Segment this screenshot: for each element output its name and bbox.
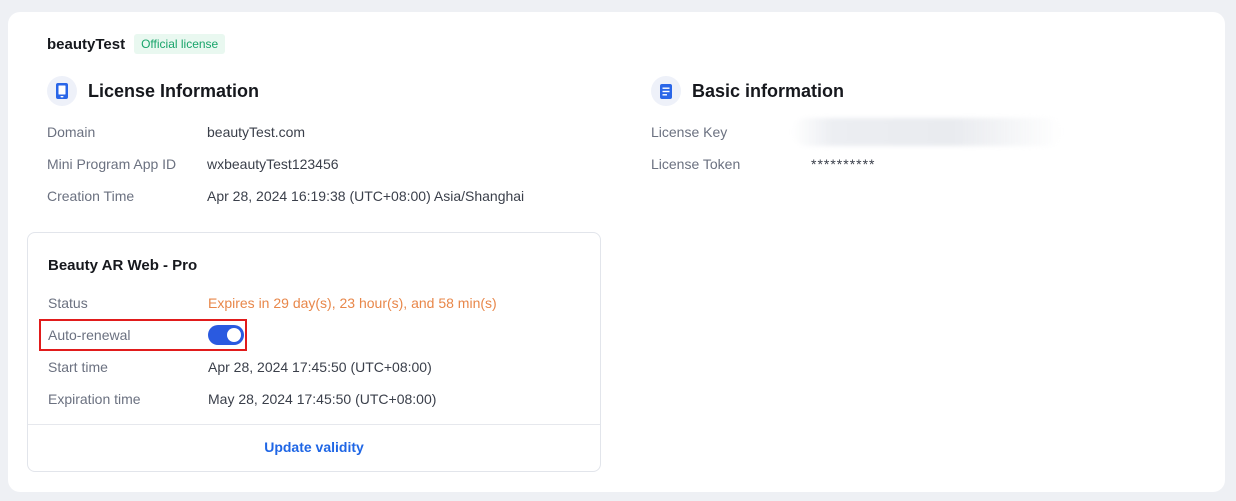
auto-renewal-label: Auto-renewal xyxy=(48,327,131,343)
license-type-badge: Official license xyxy=(134,34,226,54)
expiration-time-value: May 28, 2024 17:45:50 (UTC+08:00) xyxy=(208,391,437,407)
status-label: Status xyxy=(48,295,88,311)
update-validity-link[interactable]: Update validity xyxy=(28,439,600,455)
creation-time-label: Creation Time xyxy=(47,188,135,204)
basic-info-title: Basic information xyxy=(692,80,845,101)
toggle-knob xyxy=(227,328,241,342)
creation-time-row: Creation Time Apr 28, 2024 16:19:38 (UTC… xyxy=(47,187,607,205)
status-value: Expires in 29 day(s), 23 hour(s), and 58… xyxy=(208,295,497,311)
license-info-title: License Information xyxy=(88,80,260,101)
domain-label: Domain xyxy=(47,124,96,140)
product-card: Beauty AR Web - Pro Status Expires in 29… xyxy=(27,232,601,472)
license-token-label: License Token xyxy=(651,156,741,172)
expiration-time-label: Expiration time xyxy=(48,391,141,407)
start-time-row: Start time Apr 28, 2024 17:45:50 (UTC+08… xyxy=(48,358,588,376)
license-info-heading: License Information xyxy=(47,76,259,106)
domain-value: beautyTest.com xyxy=(207,124,306,140)
card-divider xyxy=(28,424,600,425)
document-icon xyxy=(651,76,681,106)
app-name: beautyTest xyxy=(47,35,126,53)
phone-icon xyxy=(47,76,77,106)
expiration-time-row: Expiration time May 28, 2024 17:45:50 (U… xyxy=(48,390,588,408)
app-id-label: Mini Program App ID xyxy=(47,156,177,172)
creation-time-value: Apr 28, 2024 16:19:38 (UTC+08:00) Asia/S… xyxy=(207,188,525,204)
start-time-label: Start time xyxy=(48,359,108,375)
auto-renewal-toggle[interactable] xyxy=(208,325,244,345)
domain-row: Domain beautyTest.com xyxy=(47,123,607,141)
status-row: Status Expires in 29 day(s), 23 hour(s),… xyxy=(48,294,588,312)
product-title: Beauty AR Web - Pro xyxy=(48,257,198,274)
license-detail-card: beautyTest Official license License Info… xyxy=(8,12,1225,492)
start-time-value: Apr 28, 2024 17:45:50 (UTC+08:00) xyxy=(208,359,432,375)
auto-renewal-row: Auto-renewal xyxy=(48,326,588,344)
app-id-row: Mini Program App ID wxbeautyTest123456 xyxy=(47,155,607,173)
basic-info-heading: Basic information xyxy=(651,76,844,106)
app-id-value: wxbeautyTest123456 xyxy=(207,156,339,172)
license-key-label: License Key xyxy=(651,124,728,140)
license-token-row: License Token ********** xyxy=(651,155,1151,173)
license-token-value: ********** xyxy=(811,156,876,172)
license-header: beautyTest Official license xyxy=(47,34,226,54)
license-key-value-masked xyxy=(792,118,1062,146)
